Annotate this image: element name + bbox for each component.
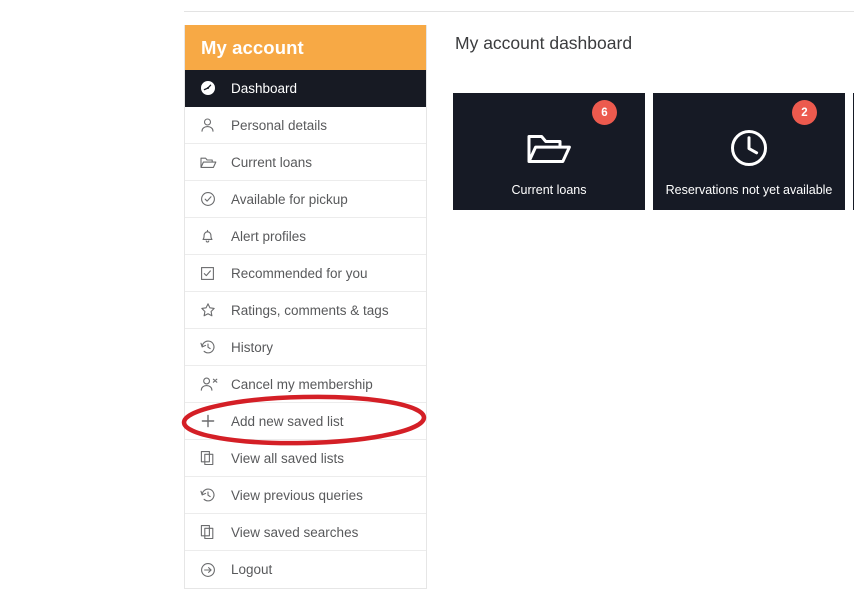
tile-label: Reservations not yet available [665, 183, 833, 197]
sidebar-item-recommended-for-you[interactable]: Recommended for you [185, 255, 426, 292]
person-remove-icon [200, 375, 222, 393]
clock-icon [729, 128, 769, 173]
sidebar-item-view-all-saved-lists[interactable]: View all saved lists [185, 440, 426, 477]
sidebar-item-label: View all saved lists [231, 450, 345, 466]
bell-icon [200, 227, 222, 245]
sidebar-item-label: Ratings, comments & tags [231, 302, 389, 318]
app-root: My account Dashboard Personal details Cu… [0, 0, 854, 611]
star-icon [200, 301, 222, 319]
page-title: My account dashboard [455, 33, 633, 53]
plus-icon [200, 412, 222, 430]
tile-badge-count: 2 [792, 100, 817, 125]
sidebar-item-label: Cancel my membership [231, 376, 373, 392]
sidebar-item-personal-details[interactable]: Personal details [185, 107, 426, 144]
dashboard-tiles: 6 Current loans 2 Reservations not yet a… [453, 93, 854, 210]
sidebar-item-label: View saved searches [231, 524, 359, 540]
gauge-icon [200, 79, 222, 97]
dashboard-tile-reservations-not-yet-available[interactable]: 2 Reservations not yet available [653, 93, 845, 210]
tile-badge-count: 6 [592, 100, 617, 125]
my-account-sidebar: My account Dashboard Personal details Cu… [184, 25, 427, 589]
sidebar-item-label: Alert profiles [231, 228, 307, 244]
arrow-right-circle-icon [200, 561, 222, 579]
sidebar-item-history[interactable]: History [185, 329, 426, 366]
sidebar-item-label: Current loans [231, 154, 313, 170]
sidebar-item-cancel-my-membership[interactable]: Cancel my membership [185, 366, 426, 403]
tile-label: Current loans [511, 183, 587, 197]
sidebar-item-add-new-saved-list[interactable]: Add new saved list [185, 403, 426, 440]
open-folder-icon [526, 130, 572, 173]
sidebar-item-label: History [231, 339, 274, 355]
sidebar-item-label: Logout [231, 562, 273, 577]
sidebar-item-label: Personal details [231, 117, 328, 133]
main-content: My account dashboard [455, 25, 854, 54]
sidebar-item-ratings-comments-tags[interactable]: Ratings, comments & tags [185, 292, 426, 329]
history-icon [200, 486, 222, 504]
open-folder-icon [200, 153, 222, 171]
sidebar-item-label: Add new saved list [231, 413, 344, 429]
sidebar-item-dashboard[interactable]: Dashboard [185, 70, 426, 107]
sidebar-header-title: My account [185, 25, 426, 70]
sidebar-item-logout[interactable]: Logout [185, 551, 426, 588]
sidebar-item-view-saved-searches[interactable]: View saved searches [185, 514, 426, 551]
dashboard-tile-current-loans[interactable]: 6 Current loans [453, 93, 645, 210]
sidebar-item-alert-profiles[interactable]: Alert profiles [185, 218, 426, 255]
check-circle-icon [200, 190, 222, 208]
checkbox-icon [200, 264, 222, 282]
top-divider [184, 11, 854, 12]
sidebar-item-view-previous-queries[interactable]: View previous queries [185, 477, 426, 514]
history-icon [200, 338, 222, 356]
sidebar-item-current-loans[interactable]: Current loans [185, 144, 426, 181]
copy-icon [200, 449, 222, 467]
person-icon [200, 116, 222, 134]
sidebar-item-label: Recommended for you [231, 265, 368, 281]
sidebar-item-label: Dashboard [231, 80, 298, 96]
copy-icon [200, 523, 222, 541]
sidebar-item-label: View previous queries [231, 487, 363, 503]
sidebar-item-label: Available for pickup [231, 191, 348, 207]
sidebar-item-available-for-pickup[interactable]: Available for pickup [185, 181, 426, 218]
